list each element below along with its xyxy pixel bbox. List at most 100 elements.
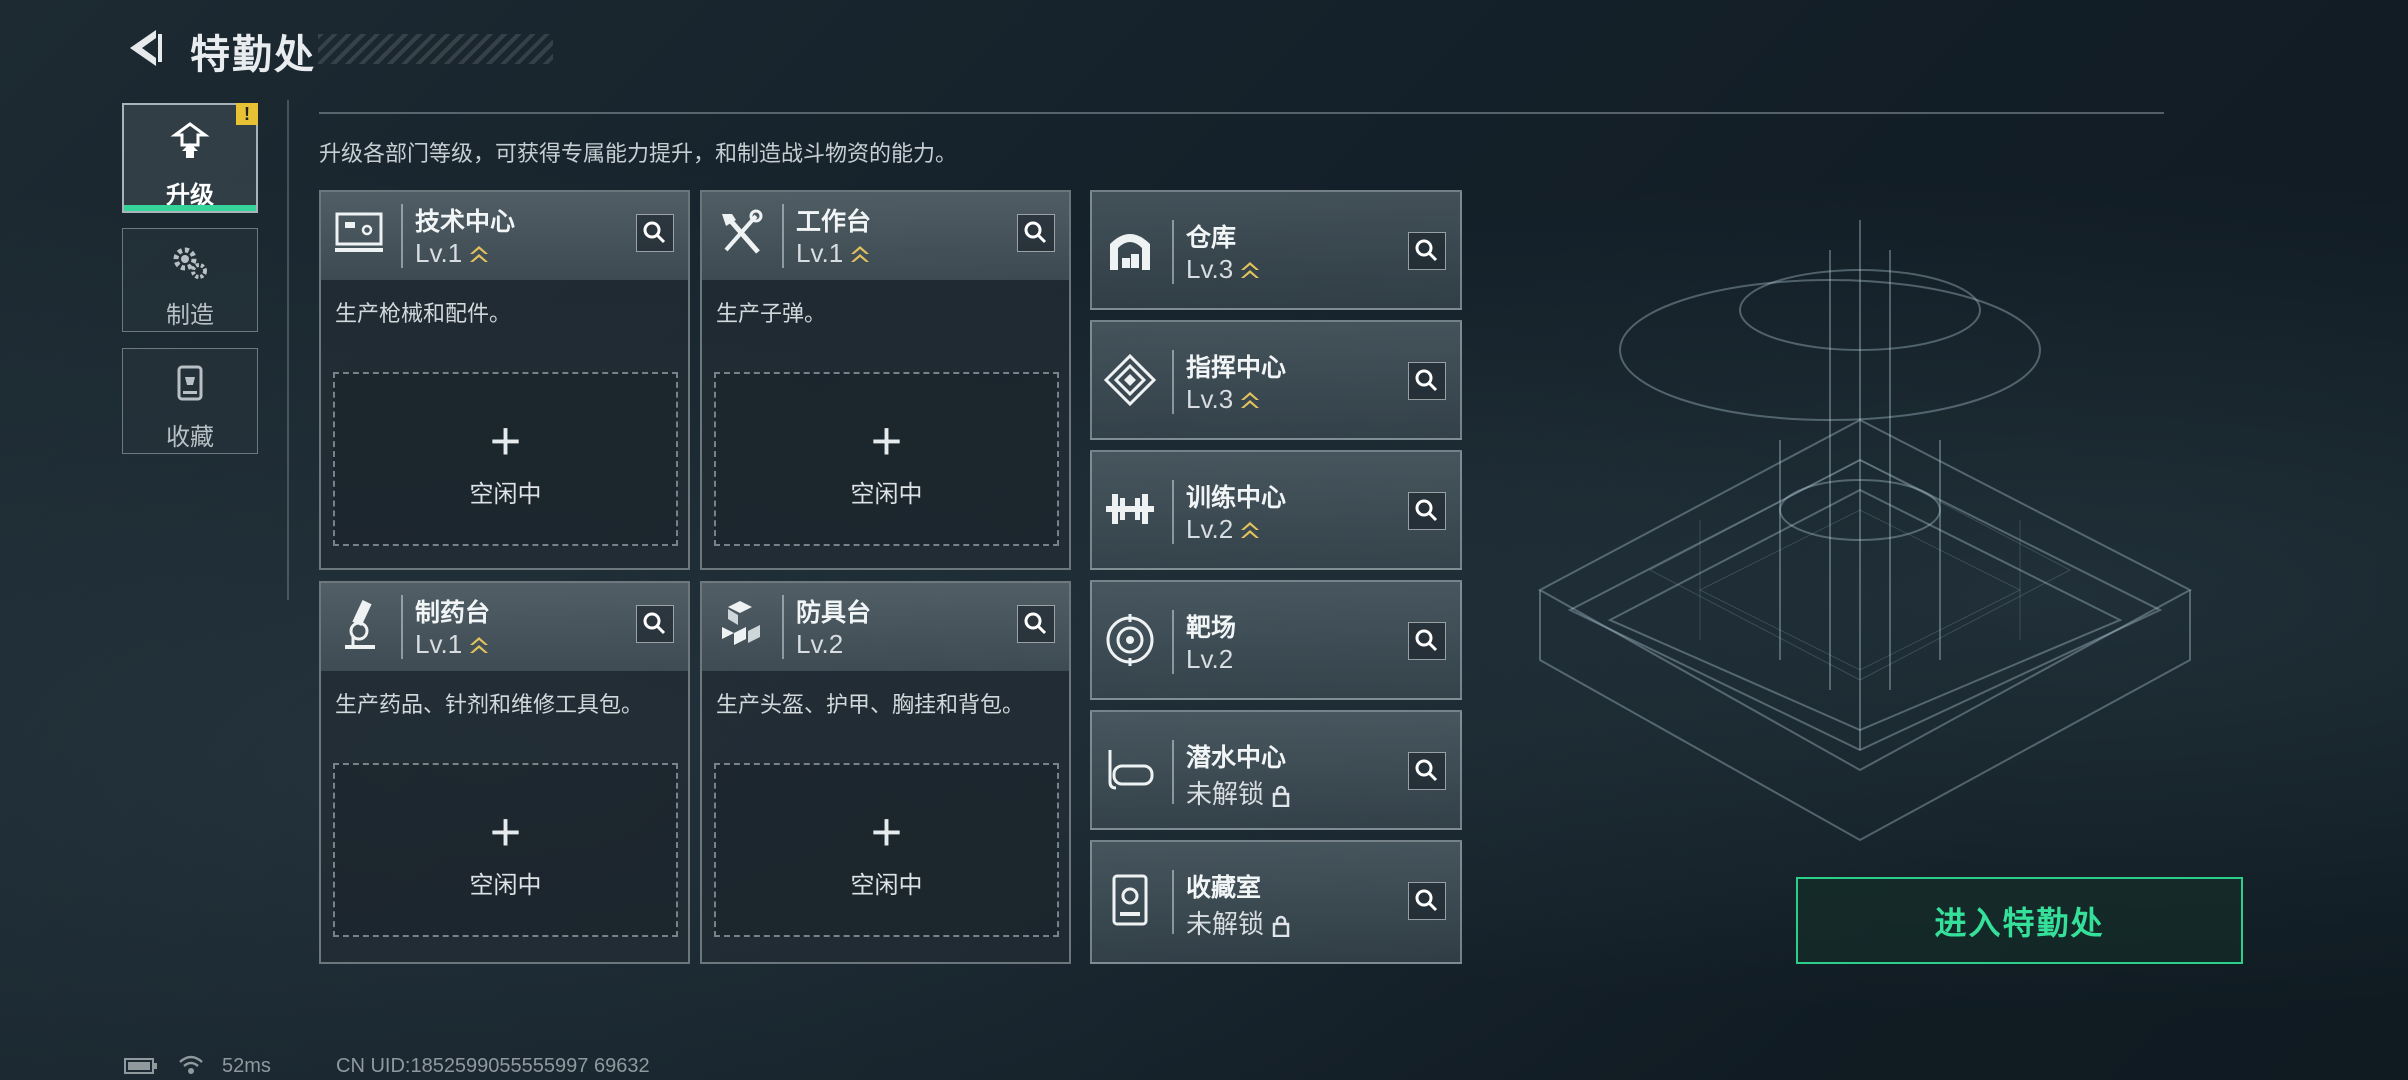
active-indicator — [124, 205, 256, 211]
search-button[interactable] — [1408, 622, 1446, 660]
facility-level: Lv.2 — [1186, 644, 1234, 674]
plus-icon: + — [489, 802, 522, 862]
search-button[interactable] — [1017, 605, 1055, 643]
back-arrow-icon[interactable] — [120, 24, 168, 72]
divider — [287, 100, 289, 600]
slot-status: 空闲中 — [469, 481, 542, 508]
facility-shooting-range[interactable]: 靶场 Lv.2 — [1090, 580, 1462, 700]
trophy-case-icon — [177, 365, 203, 401]
lock-icon — [1272, 915, 1290, 938]
upgrade-arrow-icon — [470, 246, 489, 263]
search-icon — [1024, 612, 1047, 635]
search-icon — [1415, 759, 1438, 782]
search-button[interactable] — [1408, 492, 1446, 530]
facility-name: 仓库 — [1186, 224, 1237, 252]
facility-training-center[interactable]: 训练中心 Lv.2 — [1090, 450, 1462, 570]
card-title: 防具台 — [796, 599, 872, 627]
command-icon — [1103, 353, 1157, 407]
tab-collection[interactable]: 收藏 — [122, 348, 258, 454]
card-description: 生产药品、针剂和维修工具包。 — [335, 692, 644, 717]
facility-diving-center[interactable]: 潜水中心 未解锁 — [1090, 710, 1462, 830]
search-button[interactable] — [1017, 214, 1055, 252]
facility-name: 靶场 — [1186, 614, 1237, 642]
card-title: 制药台 — [415, 599, 491, 627]
card-level: Lv.1 — [796, 238, 871, 269]
tab-label: 收藏 — [166, 424, 214, 451]
alert-badge: ! — [236, 103, 258, 125]
page-description: 升级各部门等级，可获得专属能力提升，和制造战斗物资的能力。 — [319, 141, 958, 166]
card-description: 生产子弹。 — [716, 301, 827, 326]
facility-level: Lv.3 — [1186, 254, 1261, 285]
tab-upgrade[interactable]: 升级 ! — [122, 103, 258, 213]
search-button[interactable] — [1408, 882, 1446, 920]
card-tech-center[interactable]: 技术中心 Lv.1 生产枪械和配件。 + 空闲中 — [319, 190, 690, 570]
search-button[interactable] — [636, 214, 674, 252]
facility-name: 收藏室 — [1186, 874, 1262, 902]
slot-status: 空闲中 — [469, 872, 542, 899]
search-icon — [1415, 499, 1438, 522]
card-pharmacy[interactable]: 制药台 Lv.1 生产药品、针剂和维修工具包。 + 空闲中 — [319, 581, 690, 964]
tab-craft[interactable]: 制造 — [122, 228, 258, 332]
wifi-icon — [179, 1055, 203, 1074]
upgrade-arrow-icon — [1241, 522, 1260, 539]
page-title: 特勤处 — [190, 33, 316, 77]
facility-level: Lv.3 — [1186, 384, 1261, 415]
search-icon — [1415, 239, 1438, 262]
card-level: Lv.1 — [415, 629, 490, 660]
facility-name: 潜水中心 — [1186, 744, 1287, 772]
facility-name: 训练中心 — [1186, 484, 1287, 512]
facility-status: 未解锁 — [1186, 774, 1290, 811]
upgrade-arrow-icon — [1241, 392, 1260, 409]
search-icon — [1024, 221, 1047, 244]
facility-warehouse[interactable]: 仓库 Lv.3 — [1090, 190, 1462, 310]
enter-special-ops-button[interactable]: 进入特勤处 — [1796, 877, 2243, 964]
card-level: Lv.2 — [796, 629, 844, 659]
plus-icon: + — [870, 411, 903, 471]
plus-icon: + — [870, 802, 903, 862]
search-icon — [643, 221, 666, 244]
facility-collection-room[interactable]: 收藏室 未解锁 — [1090, 840, 1462, 964]
upgrade-icon — [170, 122, 210, 158]
plus-icon: + — [489, 411, 522, 471]
card-title: 工作台 — [796, 208, 872, 236]
gears-icon — [173, 247, 207, 279]
base-hologram-image — [1537, 220, 2193, 842]
upgrade-arrow-icon — [470, 637, 489, 654]
search-button[interactable] — [1408, 752, 1446, 790]
computer-icon — [335, 212, 383, 252]
lock-icon — [1272, 785, 1290, 808]
search-icon — [643, 612, 666, 635]
search-icon — [1415, 369, 1438, 392]
divider — [319, 112, 2164, 114]
tools-icon — [722, 209, 763, 254]
dumbbell-icon — [1106, 494, 1154, 524]
upgrade-arrow-icon — [851, 246, 870, 263]
tab-label: 制造 — [166, 302, 214, 329]
facility-level: Lv.2 — [1186, 514, 1261, 545]
slot-status: 空闲中 — [850, 872, 923, 899]
production-slot[interactable]: + 空闲中 — [333, 763, 678, 937]
diving-mask-icon — [1108, 750, 1154, 790]
search-button[interactable] — [1408, 232, 1446, 270]
armor-blocks-icon — [722, 601, 760, 645]
target-icon — [1106, 614, 1154, 666]
card-title: 技术中心 — [415, 208, 516, 236]
facility-command-center[interactable]: 指挥中心 Lv.3 — [1090, 320, 1462, 440]
title-decoration — [318, 34, 553, 64]
production-slot[interactable]: + 空闲中 — [714, 372, 1059, 546]
search-icon — [1415, 889, 1438, 912]
production-slot[interactable]: + 空闲中 — [333, 372, 678, 546]
search-button[interactable] — [1408, 362, 1446, 400]
upgrade-arrow-icon — [1241, 262, 1260, 279]
player-uid: CN UID:1852599055555997 69632 — [336, 1055, 650, 1077]
production-slot[interactable]: + 空闲中 — [714, 763, 1059, 937]
ping-readout: 52ms — [222, 1055, 271, 1077]
search-icon — [1415, 629, 1438, 652]
facility-status: 未解锁 — [1186, 904, 1290, 941]
card-armor-bench[interactable]: 防具台 Lv.2 生产头盔、护甲、胸挂和背包。 + 空闲中 — [700, 581, 1071, 964]
search-button[interactable] — [636, 605, 674, 643]
card-description: 生产头盔、护甲、胸挂和背包。 — [716, 692, 1025, 717]
card-workbench[interactable]: 工作台 Lv.1 生产子弹。 + 空闲中 — [700, 190, 1071, 570]
card-description: 生产枪械和配件。 — [335, 301, 512, 326]
slot-status: 空闲中 — [850, 481, 923, 508]
